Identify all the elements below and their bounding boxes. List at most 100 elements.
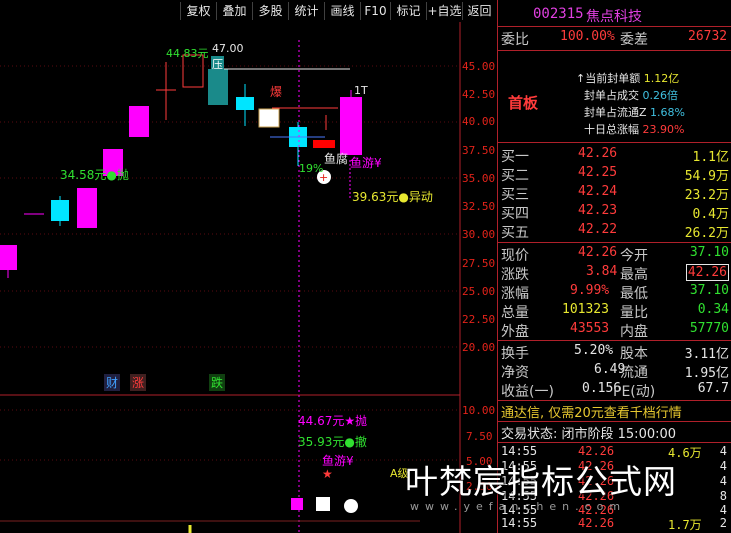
net-asset-label: 净资 (501, 365, 529, 381)
fall-tag[interactable]: 跌 (209, 374, 226, 391)
seal-amount-label: 当前封单额 (585, 72, 641, 85)
trade-status: 交易状态: 闭市阶段 15:00:00 (501, 427, 677, 442)
candle (0, 245, 17, 270)
bid-row[interactable]: 买一 42.26 1.1亿 (498, 146, 731, 166)
share-capital-label: 股本 (620, 346, 648, 362)
bid-label: 买四 (501, 206, 529, 222)
bid-price: 42.23 (578, 203, 618, 218)
tick-count: 4 (719, 474, 727, 488)
inner-label: 内盘 (620, 324, 648, 340)
ten-day-value: 23.90% (642, 123, 685, 136)
bid-label: 买二 (501, 168, 529, 184)
change-pct-label: 涨幅 (501, 286, 529, 302)
bid-label: 买三 (501, 187, 529, 203)
candle (77, 188, 97, 228)
volume-value: 101323 (562, 302, 609, 317)
bid-label: 买五 (501, 225, 529, 241)
seal-turnover-label: 封单占成交 (584, 89, 639, 102)
price-axis-tick: 27.50 (462, 257, 496, 270)
moneybag-icon (258, 108, 280, 128)
sell-label: 34.58元●抛 (60, 168, 129, 182)
open-value: 37.10 (689, 245, 729, 260)
bid-price: 42.22 (578, 222, 618, 237)
bid-vol: 26.2万 (684, 226, 729, 241)
change-label: 涨跌 (501, 267, 529, 283)
yuwan-label: 鱼腐 (324, 152, 349, 166)
current-price-label: 现价 (501, 248, 529, 264)
seal-amount-value: 1.12亿 (643, 72, 680, 85)
kline-chart[interactable]: + ★ (0, 0, 497, 533)
ten-day-label: 十日总涨幅 (584, 123, 639, 136)
stock-name: 焦点科技 (586, 9, 642, 25)
current-price-value: 42.26 (578, 245, 618, 260)
candle (129, 106, 149, 137)
price-axis-tick: 30.00 (462, 228, 496, 241)
tick-count: 4 (719, 444, 727, 458)
seal-float-value: 1.68% (650, 106, 685, 119)
inner-value: 57770 (689, 321, 729, 336)
sub-yuyou-label: 鱼游¥ (322, 454, 354, 468)
arrow-up-icon: ↑ (576, 72, 586, 85)
bid-row[interactable]: 买三 42.24 23.2万 (498, 184, 731, 204)
change-value: 3.84 (586, 264, 618, 279)
price-axis-tick: 45.00 (462, 60, 496, 73)
volume-label: 总量 (501, 305, 529, 321)
burst-label: 爆 (270, 85, 283, 99)
price-axis-tick: 37.50 (462, 144, 496, 157)
weibi-value: 100.00% (560, 29, 615, 44)
eps-label: 收益(一) (501, 384, 554, 400)
watermark-text: 叶梵宸指标公式网 (405, 462, 677, 501)
candle (208, 69, 228, 105)
low-value: 37.10 (689, 283, 729, 298)
vol-ratio-label: 量比 (620, 305, 648, 321)
weibi-label: 委比 (501, 32, 529, 48)
one-t-label: 1T (354, 84, 368, 97)
bid-vol: 0.4万 (692, 207, 729, 222)
tick-count: 8 (719, 489, 727, 503)
candle (340, 97, 362, 155)
bid-label: 买一 (501, 149, 529, 165)
promo-notice[interactable]: 通达信, 仅需20元查看千档行情 (501, 402, 682, 421)
high-label: 最高 (620, 267, 648, 283)
bid-row[interactable]: 买五 42.22 26.2万 (498, 222, 731, 242)
top-price-label: 44.83元 (166, 47, 209, 60)
weicha-label: 委差 (620, 32, 648, 48)
vol-axis-tick: 10.00 (462, 404, 496, 417)
finance-tag[interactable]: 财 (104, 374, 121, 391)
turnover-label: 换手 (501, 346, 529, 362)
tick-count: 2 (719, 516, 727, 530)
vol-axis-tick: 7.50 (466, 430, 493, 443)
price-axis-tick: 42.50 (462, 88, 496, 101)
bid-price: 42.24 (578, 184, 618, 199)
float-value: 1.95亿 (684, 366, 729, 381)
bid-vol: 1.1亿 (692, 150, 729, 165)
price-axis-tick: 35.00 (462, 172, 496, 185)
tick-count: 4 (719, 459, 727, 473)
pe-label: PE(动) (613, 384, 656, 400)
high-value: 42.26 (685, 264, 729, 281)
open-label: 今开 (620, 248, 648, 264)
pct-label: 19% (299, 162, 324, 175)
tick-row: 14:55 42.26 1.7万 2 (498, 516, 731, 532)
bid-row[interactable]: 买二 42.25 54.9万 (498, 165, 731, 185)
sub-cancel-label: 35.93元●撤 (298, 435, 367, 449)
pe-value: 67.7 (697, 381, 729, 396)
pressure-label: 压 (211, 56, 224, 72)
price-axis-tick: 40.00 (462, 115, 496, 128)
yuyou-label: 鱼游¥ (350, 156, 382, 170)
rise-tag[interactable]: 涨 (130, 374, 147, 391)
price-axis-tick: 22.50 (462, 313, 496, 326)
bid-row[interactable]: 买四 42.23 0.4万 (498, 203, 731, 223)
vol-ratio-value: 0.34 (697, 302, 729, 317)
plus-circle-icon (344, 499, 358, 513)
price-axis-tick: 32.50 (462, 200, 496, 213)
watermark-url: www.yefanchen.com (410, 500, 627, 513)
abnormal-move-label: 39.63元●异动 (352, 190, 433, 204)
top-price2-label: 47.00 (212, 42, 244, 55)
outer-value: 43553 (570, 321, 610, 336)
seal-turnover-value: 0.26倍 (642, 89, 679, 102)
stock-code: 002315 (533, 6, 584, 22)
price-axis-tick: 25.00 (462, 285, 496, 298)
candle (313, 140, 335, 148)
float-label: 流通 (620, 365, 648, 381)
